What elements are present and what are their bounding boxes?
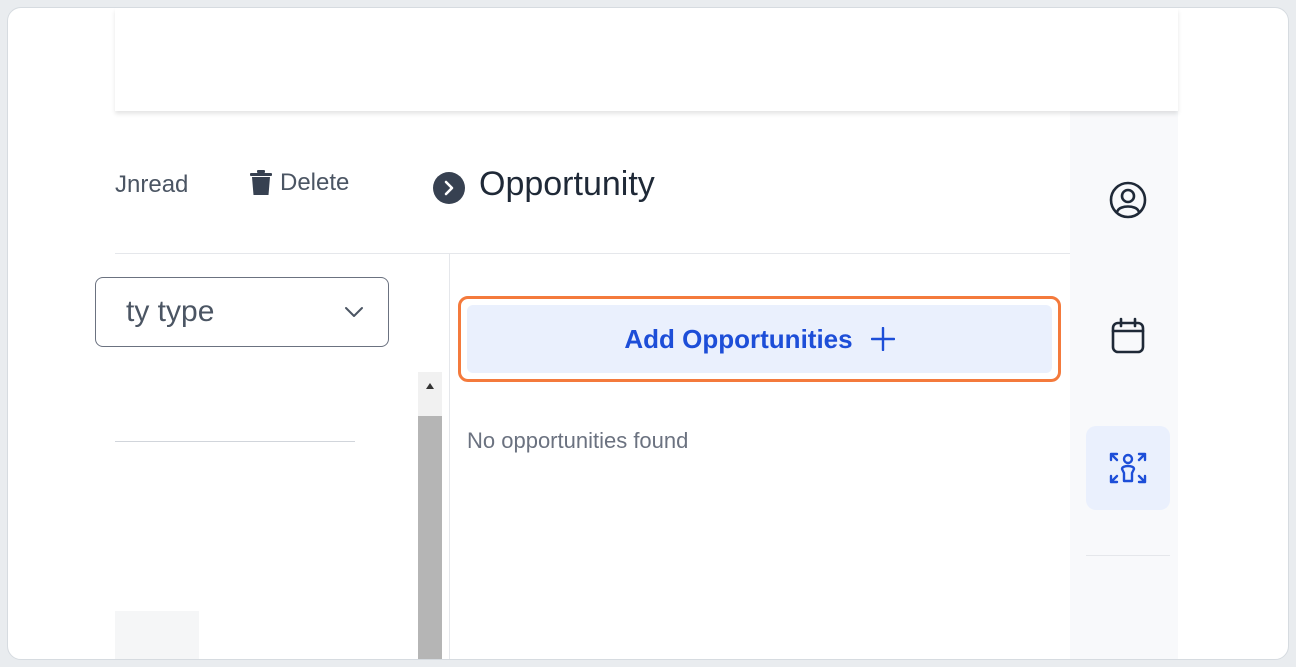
select-value: ty type bbox=[126, 295, 215, 328]
pane-divider bbox=[449, 254, 450, 659]
empty-state-message: No opportunities found bbox=[467, 428, 689, 453]
add-opportunities-label: Add Opportunities bbox=[624, 323, 853, 354]
top-header-bar bbox=[115, 8, 1178, 111]
mark-unread-button[interactable]: Jnread bbox=[115, 171, 188, 199]
chevron-right-icon bbox=[444, 180, 454, 195]
chevron-down-icon bbox=[345, 307, 363, 317]
scroll-up-arrow[interactable] bbox=[418, 372, 442, 400]
rail-item-calendar[interactable] bbox=[1086, 294, 1170, 378]
opportunity-title: Opportunity bbox=[479, 165, 655, 203]
right-rail bbox=[1070, 111, 1178, 659]
rail-item-contact[interactable] bbox=[1086, 158, 1170, 242]
opportunities-icon bbox=[1109, 452, 1147, 484]
scrollbar[interactable] bbox=[418, 372, 442, 659]
delete-button[interactable]: Delete bbox=[250, 169, 349, 197]
calendar-icon bbox=[1111, 317, 1145, 354]
trash-icon bbox=[250, 170, 272, 196]
scroll-thumb[interactable] bbox=[418, 416, 442, 659]
collapse-panel-button[interactable] bbox=[433, 171, 465, 204]
header-divider bbox=[115, 253, 1070, 254]
add-opportunities-button[interactable]: Add Opportunities bbox=[467, 305, 1052, 373]
opportunity-type-select[interactable]: ty type bbox=[95, 277, 389, 347]
delete-label: Delete bbox=[280, 169, 350, 196]
user-circle-icon bbox=[1109, 181, 1147, 219]
list-item-placeholder bbox=[115, 611, 199, 659]
plus-icon bbox=[870, 327, 895, 351]
conversation-app: Jnread Delete Opportunity ty type Add Op… bbox=[95, 111, 1178, 659]
rail-divider bbox=[1086, 555, 1170, 556]
add-opportunities-highlight: Add Opportunities bbox=[458, 296, 1061, 382]
screenshot-frame: Jnread Delete Opportunity ty type Add Op… bbox=[7, 7, 1289, 660]
rail-item-opportunities[interactable] bbox=[1086, 426, 1170, 510]
opportunity-header: Opportunity bbox=[433, 165, 655, 204]
list-divider bbox=[115, 441, 355, 442]
triangle-up-icon bbox=[426, 383, 434, 389]
